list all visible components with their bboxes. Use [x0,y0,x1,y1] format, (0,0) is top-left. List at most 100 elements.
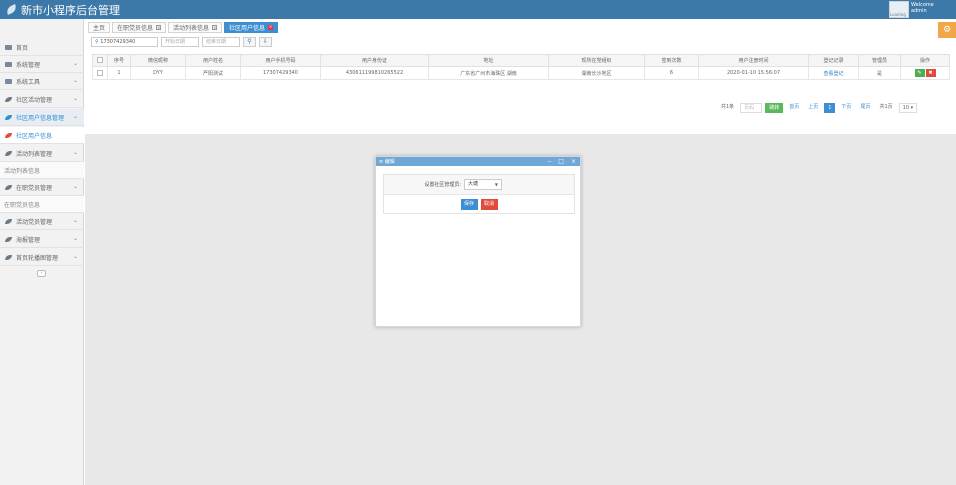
tab-home[interactable]: 主页 [88,22,111,33]
close-icon[interactable]: × [156,25,162,30]
cancel-button[interactable]: 取消 [480,199,498,210]
table-row[interactable]: 1 DYY 严阳测试 17307429340 43061119981026552… [92,66,950,80]
cell-registered: 2020-01-10 15:56:07 [698,66,809,80]
cell-record: 查看登记 [808,66,859,80]
sidebar-item-label: 社区用户信息管理 [16,114,65,122]
sidebar-item-party-members[interactable]: 在职党员管理 ⌄ [0,179,84,196]
maximize-icon[interactable]: □ [558,157,564,166]
current-page[interactable]: 1 [824,103,836,113]
edit-icon[interactable]: ✎ [914,69,925,77]
sidebar-item-community-activity[interactable]: 社区活动管理 ⌄ [0,91,84,108]
tab-label: 活动列表信息 [173,25,210,32]
app-title: 新市小程序后台管理 [21,3,120,17]
leaf-icon [5,236,12,242]
chevron-down-icon: ⌄ [72,217,78,224]
sidebar-item-label: 社区活动管理 [16,96,53,104]
sidebar-item-posters[interactable]: 海报管理 ⌄ [0,231,84,248]
sidebar-item-party-members-info[interactable]: 在职党员信息 [0,196,84,213]
cell-address: 广东省广州市海珠区 湖南 [428,66,549,80]
sidebar-item-label: 系统管理 [16,61,41,69]
leaf-icon [5,218,12,224]
chevron-down-icon: ⌄ [72,235,78,242]
chevron-down-icon: ⌄ [72,60,78,67]
first-page-button[interactable]: 首页 [786,103,802,113]
sidebar-item-system[interactable]: 系统管理 ⌄ [0,56,84,73]
sidebar-item-carousel[interactable]: 首页轮播图管理 ⌄ [0,249,84,266]
minimize-icon[interactable]: ‒ [547,157,551,166]
chevron-down-icon: ▾ [910,105,914,111]
sidebar-item-label: 在职党员信息 [4,201,41,209]
admin-field-label: 设置社区管理员: [424,182,461,188]
close-icon[interactable]: × [212,25,218,30]
export-button[interactable]: ⇩ [259,36,272,47]
select-all-header[interactable] [92,54,108,67]
dialog-title: 编辑 [384,159,395,165]
tab-community-users[interactable]: 社区用户信息 × [224,22,279,33]
column-header: 地址 [428,54,549,67]
pagination: 共1条 页码 跳转 首页 上页 1 下页 尾页 共1页 10 ▾ [718,103,920,113]
avatar[interactable]: Loading [889,1,909,18]
sidebar-item-activity-list-info[interactable]: 活动列表信息 [0,162,84,179]
admin-select-value: 大塘 [468,181,479,187]
sidebar-item-tools[interactable]: 系统工具 ⌄ [0,73,84,90]
tab-party-members[interactable]: 在职党员信息 × [112,22,167,33]
cell-signins: 6 [644,66,699,80]
cog-icon [5,78,12,84]
leaf-icon [5,114,12,120]
sidebar-item-home[interactable]: 首页 [0,39,84,56]
tab-bar: 主页 在职党员信息 × 活动列表信息 × 社区用户信息 × [88,22,280,33]
table-header-row: 序号 微信昵称 用户姓名 用户手机号码 用户身份证 地址 现所在党组织 签到次数… [92,54,950,67]
end-date-input[interactable]: 结束日期 [202,36,240,47]
settings-gear-icon[interactable]: ⚙ [938,22,956,38]
total-pages: 共1页 [879,104,893,110]
prev-page-button[interactable]: 上页 [805,103,821,113]
page-number-input[interactable]: 页码 [740,103,763,113]
page-size-select[interactable]: 10 ▾ [898,103,918,113]
sidebar-item-activity-members[interactable]: 活动党员管理 ⌄ [0,213,84,230]
menu-icon: ≡ [379,158,384,165]
save-button[interactable]: 保存 [460,199,478,210]
column-header: 微信昵称 [130,54,186,67]
row-checkbox[interactable] [97,69,103,76]
cell-admin: 是 [858,66,901,80]
avatar-text: Loading [890,12,906,17]
tab-label: 社区用户信息 [229,25,266,32]
sidebar-item-label: 系统工具 [16,78,41,86]
search-button[interactable]: ⚲ [243,36,256,47]
cell-name: 严阳测试 [185,66,241,80]
leaf-icon [5,184,12,190]
close-icon[interactable]: × [268,25,274,30]
select-all-checkbox[interactable] [97,57,103,64]
row-select-cell[interactable] [92,66,108,80]
column-header: 操作 [900,54,950,67]
dialog-header: ≡ 编辑 ‒ □ × [376,157,580,166]
view-record-link[interactable]: 查看登记 [823,71,843,77]
download-icon: ⇩ [262,37,269,45]
edit-dialog: ≡ 编辑 ‒ □ × 设置社区管理员: 大塘 ▼ 保存 取消 [375,156,581,327]
last-page-button[interactable]: 尾页 [857,103,873,113]
dialog-buttons: 保存 取消 [384,195,574,214]
column-header: 登记记录 [808,54,859,67]
go-button[interactable]: 跳转 [765,103,784,113]
welcome-text: Welcome admin [911,2,934,14]
admin-select[interactable]: 大塘 ▼ [464,179,502,190]
sidebar-item-community-user-info[interactable]: 社区用户信息 [0,127,84,144]
sidebar-item-label: 社区用户信息 [16,132,53,140]
tab-activity-list[interactable]: 活动列表信息 × [168,22,223,33]
delete-icon[interactable]: ✖ [925,69,936,77]
sidebar-item-community-users[interactable]: 社区用户信息管理 ⌄ [0,109,84,126]
close-icon[interactable]: × [571,157,576,166]
column-header: 签到次数 [644,54,699,67]
leaf-icon [5,4,18,15]
monitor-icon [5,61,12,67]
leaf-icon [5,150,12,156]
cell-actions: ✎ ✖ [900,66,950,80]
start-date-input[interactable]: 开始日期 [161,36,199,47]
next-page-button[interactable]: 下页 [838,103,854,113]
cell-nickname: DYY [130,66,186,80]
sidebar-collapse-button[interactable]: ‹ [37,270,46,277]
sidebar-item-activity-list[interactable]: 活动列表管理 ⌄ [0,145,84,162]
sidebar-item-label: 海报管理 [16,236,41,244]
cell-index: 1 [107,66,131,80]
phone-search-input[interactable]: ⚲ 17307429340 [91,36,158,47]
